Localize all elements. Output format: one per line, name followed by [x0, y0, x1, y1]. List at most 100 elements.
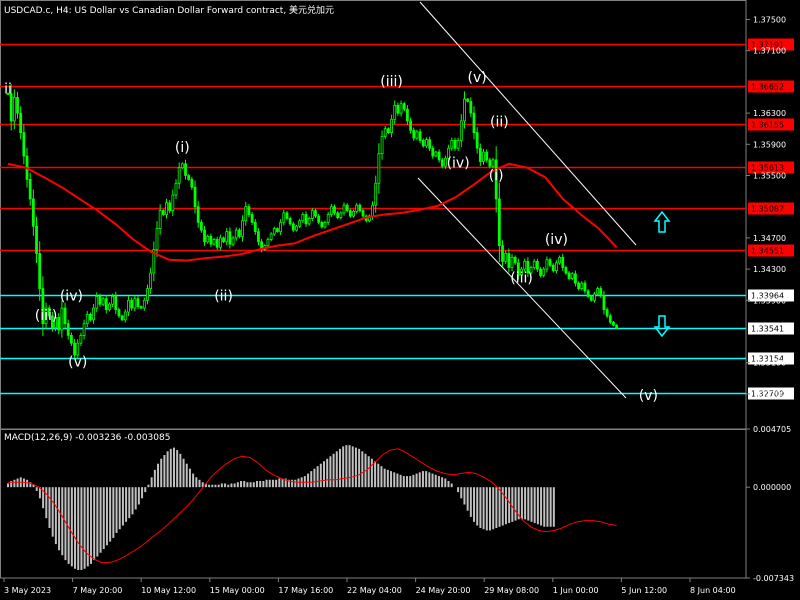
candle-body	[428, 139, 432, 149]
candle-body	[187, 175, 191, 180]
candle-body	[114, 295, 118, 311]
candle-body	[171, 194, 175, 212]
macd-tick-label: 0.000000	[753, 483, 791, 492]
candle-body	[615, 324, 619, 329]
candle-body	[234, 229, 238, 239]
candle-body	[16, 97, 19, 114]
candle-body	[469, 101, 473, 114]
candle-body	[257, 231, 260, 243]
candle-body	[491, 159, 495, 167]
candle-body	[196, 206, 200, 223]
candle-body	[396, 104, 400, 114]
candle-body	[228, 231, 232, 245]
candle-body	[206, 235, 210, 243]
candle-body	[523, 260, 527, 270]
candle-body	[485, 151, 489, 161]
candle-body	[73, 342, 76, 356]
candle-body	[146, 288, 149, 301]
candle-body	[117, 309, 121, 317]
candle-body	[276, 228, 279, 233]
candle-body	[184, 163, 187, 176]
candle-body	[57, 317, 61, 331]
price-tick-label: 1.34700	[753, 234, 786, 243]
candle-body	[89, 313, 92, 321]
candle-body	[218, 237, 222, 248]
candle-body	[38, 253, 42, 289]
candle-body	[548, 259, 552, 266]
candle-body	[253, 221, 257, 233]
time-tick-label: 24 May 20:00	[416, 586, 471, 595]
candle-body	[380, 136, 384, 155]
candle-body	[95, 295, 99, 309]
candle-body	[472, 112, 476, 133]
candle-body	[279, 221, 283, 233]
candle-body	[70, 334, 73, 344]
candles	[6, 84, 619, 359]
candle-body	[437, 151, 441, 161]
price-tick-label: 1.36300	[753, 109, 786, 118]
price-tick-label: 1.35900	[753, 140, 786, 149]
candle-body	[450, 139, 454, 149]
candle-body	[466, 98, 470, 102]
price-tick-label: 1.33900	[753, 296, 786, 305]
time-tick-label: 5 Jun 12:00	[621, 586, 667, 595]
wave-label: (v)	[68, 355, 87, 371]
candle-body	[9, 93, 13, 122]
candle-body	[266, 239, 270, 247]
candle-body	[307, 217, 311, 225]
level-price-label: 1.36652	[751, 83, 784, 92]
candle-body	[66, 323, 70, 336]
candle-body	[130, 299, 134, 309]
time-axis: 3 May 2023 7 May 20:00 10 May 12:00 15 May …	[3, 578, 736, 595]
candle-body	[532, 260, 536, 268]
wave-label: (iv)	[60, 288, 83, 304]
level-price-label: 1.36155	[751, 121, 784, 130]
candle-body	[459, 120, 463, 141]
macd-tick-label: 0.004705	[753, 425, 791, 434]
candle-body	[304, 214, 308, 225]
candle-body	[301, 214, 305, 222]
level-price-label: 1.33541	[751, 325, 784, 334]
candle-body	[564, 267, 568, 274]
candle-body	[209, 235, 213, 245]
wave-label: (i)	[489, 168, 504, 184]
time-tick-label: 8 Jun 04:00	[690, 586, 736, 595]
candle-body	[551, 264, 555, 272]
time-tick-label: 29 May 08:00	[484, 586, 539, 595]
horizontal-levels: 1.371911.366521.361551.356131.350871.345…	[0, 38, 794, 400]
candle-body	[12, 97, 16, 122]
time-tick-label: 15 May 00:00	[210, 586, 265, 595]
wave-label: (iv)	[447, 156, 470, 172]
price-tick-label: 1.33100	[753, 359, 786, 368]
wave-label: (iii)	[35, 308, 58, 324]
wave-label: (iv)	[545, 232, 568, 248]
candle-body	[542, 268, 546, 276]
candle-body	[510, 256, 514, 268]
candle-body	[127, 299, 130, 313]
candle-body	[92, 307, 95, 321]
candle-body	[421, 139, 425, 147]
candle-body	[371, 204, 374, 217]
candle-body	[142, 299, 146, 309]
candle-body	[513, 256, 517, 264]
wave-label: (v)	[639, 388, 658, 404]
price-tick-label: 1.37500	[753, 16, 786, 25]
time-tick-label: 10 May 12:00	[141, 586, 196, 595]
candle-body	[139, 306, 143, 309]
candle-body	[155, 228, 159, 250]
candle-body	[329, 206, 333, 215]
candle-body	[482, 151, 485, 162]
candle-body	[418, 131, 422, 141]
candle-body	[348, 210, 352, 217]
macd-tick-label: -0.007343	[753, 574, 794, 583]
candle-body	[409, 120, 412, 131]
candle-body	[238, 229, 241, 237]
candle-body	[406, 108, 409, 122]
candle-body	[298, 220, 302, 227]
candle-body	[593, 293, 596, 301]
candle-body	[76, 342, 80, 356]
candle-body	[82, 323, 86, 336]
candle-body	[383, 128, 387, 137]
candle-body	[612, 321, 615, 326]
candle-body	[291, 223, 295, 231]
